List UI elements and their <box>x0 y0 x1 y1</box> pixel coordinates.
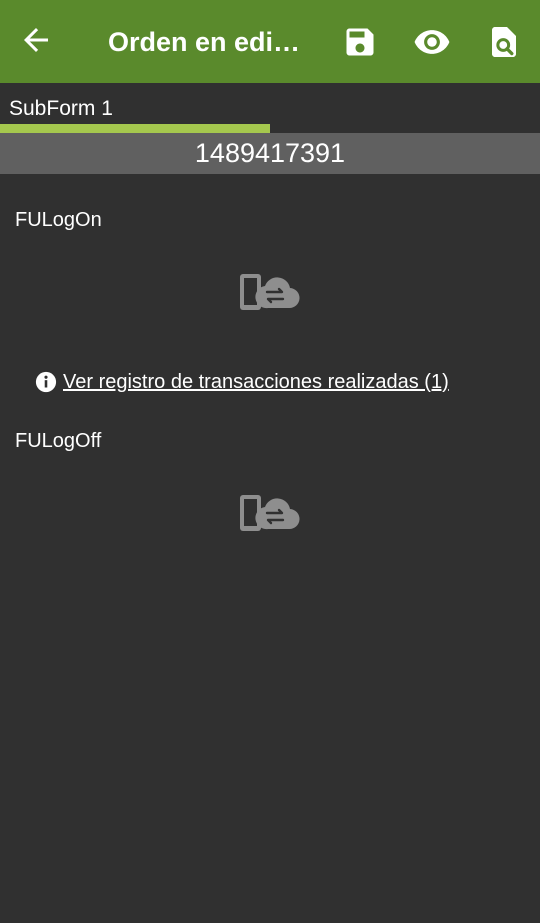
back-button[interactable] <box>18 22 54 58</box>
document-search-button[interactable] <box>484 22 524 62</box>
device-cloud-sync-icon <box>240 495 300 531</box>
tab-subform-1[interactable]: SubForm 1 <box>9 96 113 122</box>
page-title: Orden en edi… <box>108 27 301 57</box>
tab-bar: SubForm 1 <box>0 83 540 133</box>
info-icon <box>35 371 57 393</box>
field-label-fulogon: FULogOn <box>15 209 102 231</box>
document-search-icon <box>492 27 516 57</box>
field-label-fulogoff: FULogOff <box>15 430 102 452</box>
transactions-log-link[interactable]: Ver registro de transacciones realizadas… <box>35 369 449 395</box>
save-button[interactable] <box>340 22 380 62</box>
eye-icon <box>414 30 450 54</box>
arrow-left-icon <box>24 28 48 52</box>
fulogon-sync-button[interactable] <box>238 272 302 312</box>
transactions-log-text[interactable]: Ver registro de transacciones realizadas… <box>63 369 449 395</box>
device-cloud-sync-icon <box>240 274 300 310</box>
tab-indicator <box>0 124 270 133</box>
record-id: 1489417391 <box>0 133 540 174</box>
fulogoff-sync-button[interactable] <box>238 493 302 533</box>
preview-button[interactable] <box>412 22 452 62</box>
save-icon <box>346 28 374 56</box>
app-bar: Orden en edi… <box>0 0 540 83</box>
